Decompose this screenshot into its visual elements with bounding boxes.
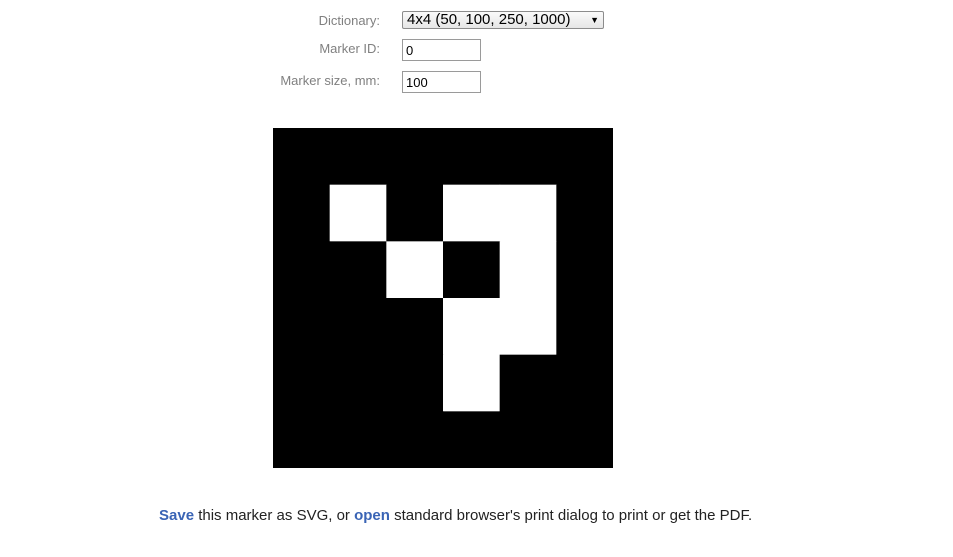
marker-cell xyxy=(329,411,387,468)
marker-cell xyxy=(329,128,387,186)
marker-cell xyxy=(443,184,501,242)
marker-cell xyxy=(273,354,331,412)
marker-cell xyxy=(499,241,557,299)
marker-cell xyxy=(443,241,501,299)
marker-id-input[interactable] xyxy=(402,39,481,61)
marker-cell xyxy=(556,241,613,299)
marker-cell xyxy=(273,128,331,186)
aruco-marker xyxy=(273,128,613,468)
save-link[interactable]: Save xyxy=(159,507,194,524)
marker-cell xyxy=(329,298,387,356)
marker-cell xyxy=(443,411,501,468)
marker-cell xyxy=(329,241,387,299)
marker-cell xyxy=(386,354,444,412)
marker-cell xyxy=(556,184,613,242)
marker-size-row: Marker size, mm: xyxy=(0,69,953,93)
marker-cell xyxy=(443,298,501,356)
marker-cell xyxy=(386,411,444,468)
footer-instructions: Save this marker as SVG, or open standar… xyxy=(159,507,752,525)
marker-cell xyxy=(499,411,557,468)
marker-cell xyxy=(499,184,557,242)
footer-text-middle: this marker as SVG, or xyxy=(194,507,355,524)
marker-cell xyxy=(386,184,444,242)
dictionary-selected-value: 4x4 (50, 100, 250, 1000) xyxy=(407,11,571,28)
dictionary-label: Dictionary: xyxy=(318,13,380,28)
marker-id-row: Marker ID: xyxy=(0,37,953,61)
marker-cell xyxy=(556,128,613,186)
marker-cell xyxy=(273,298,331,356)
marker-cell xyxy=(499,128,557,186)
marker-cell xyxy=(443,128,501,186)
marker-cell xyxy=(499,354,557,412)
marker-cell xyxy=(556,298,613,356)
marker-cell xyxy=(386,128,444,186)
marker-size-input[interactable] xyxy=(402,71,481,93)
marker-cell xyxy=(556,411,613,468)
marker-image xyxy=(273,128,613,468)
marker-cell xyxy=(329,184,387,242)
marker-cell xyxy=(273,241,331,299)
marker-cell xyxy=(273,411,331,468)
marker-cell xyxy=(556,354,613,412)
marker-cell xyxy=(273,184,331,242)
marker-cell xyxy=(386,298,444,356)
footer-text-end: standard browser's print dialog to print… xyxy=(389,507,753,524)
dictionary-select[interactable]: 4x4 (50, 100, 250, 1000) ▼ xyxy=(402,11,604,29)
open-print-link[interactable]: open xyxy=(354,507,390,524)
marker-cell xyxy=(443,354,501,412)
dictionary-row: Dictionary: 4x4 (50, 100, 250, 1000) ▼ xyxy=(0,9,953,33)
marker-id-label: Marker ID: xyxy=(319,41,380,56)
chevron-down-icon: ▼ xyxy=(590,15,599,25)
marker-cell xyxy=(499,298,557,356)
marker-size-label: Marker size, mm: xyxy=(280,73,380,88)
marker-cell xyxy=(386,241,444,299)
marker-cell xyxy=(329,354,387,412)
